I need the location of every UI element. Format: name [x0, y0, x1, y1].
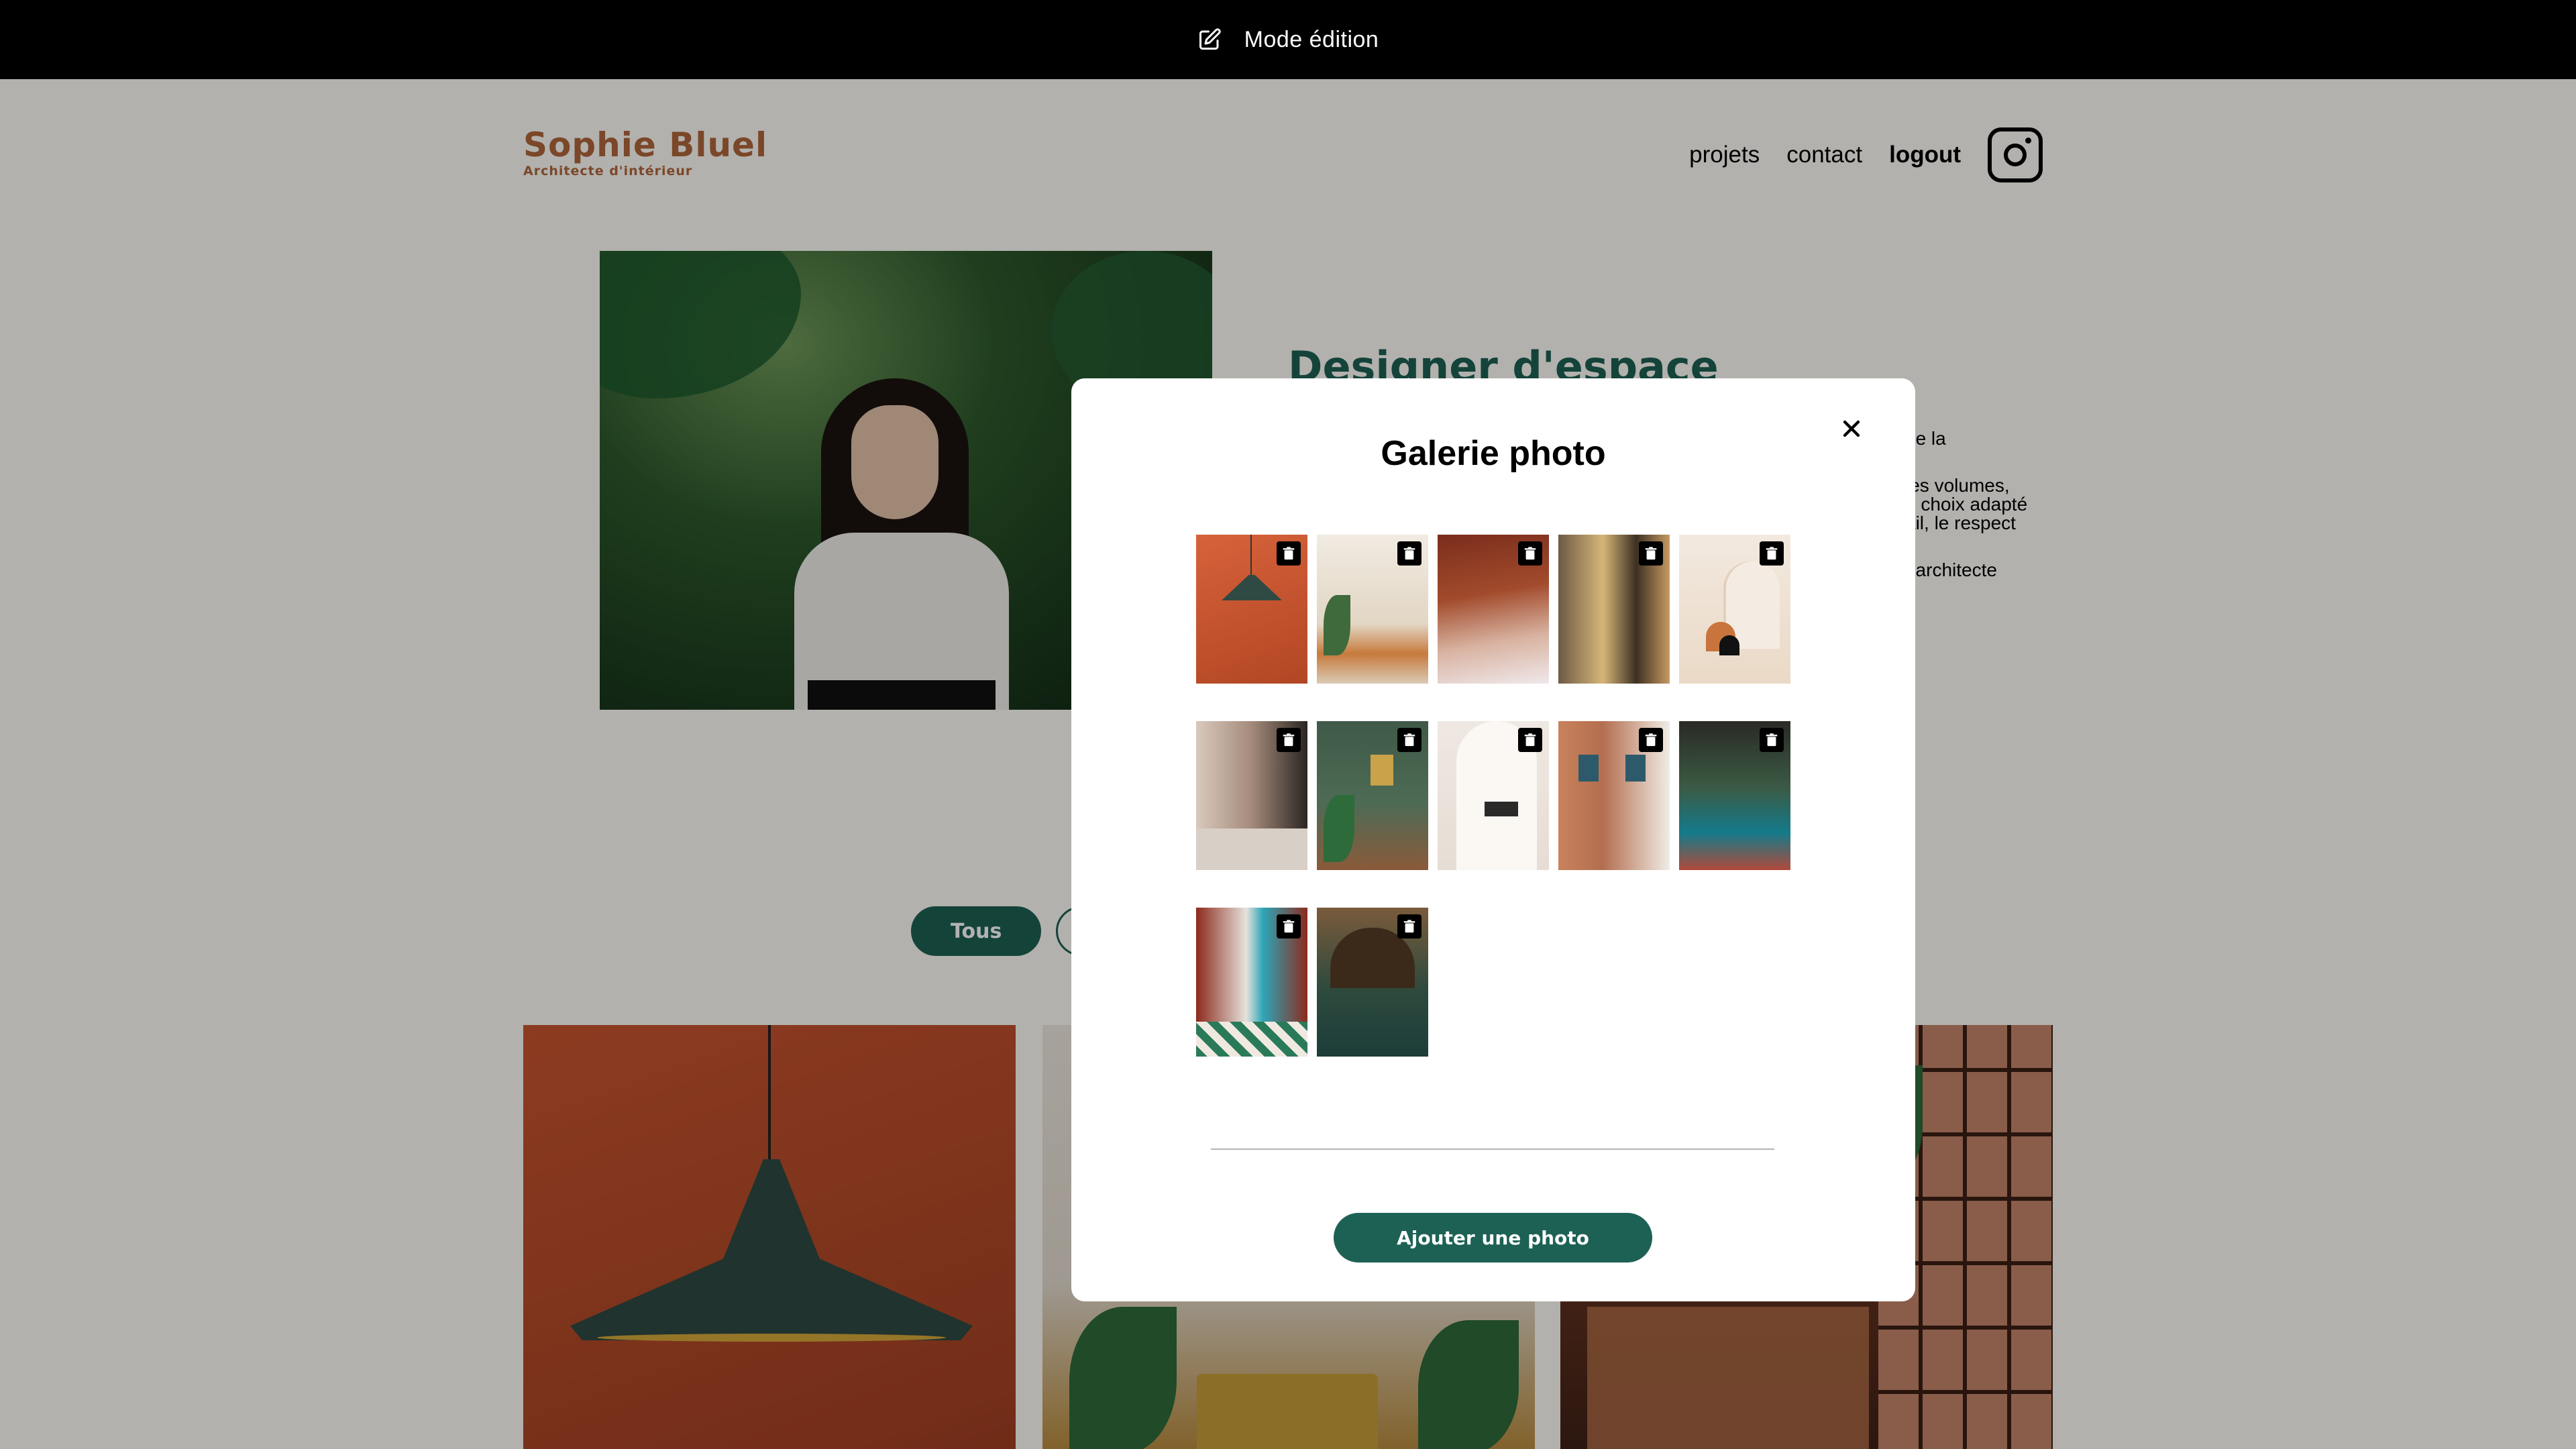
gallery-thumbnail[interactable]: [1438, 721, 1549, 870]
gallery-modal: Galerie photo Ajouter une photo: [1071, 378, 1915, 1301]
gallery-thumbnail[interactable]: [1317, 908, 1428, 1057]
trash-icon[interactable]: [1397, 914, 1421, 938]
trash-icon[interactable]: [1277, 728, 1301, 752]
modal-divider: [1211, 1148, 1774, 1150]
edit-mode-label: Mode édition: [1244, 26, 1379, 52]
trash-icon[interactable]: [1397, 728, 1421, 752]
trash-icon[interactable]: [1518, 728, 1542, 752]
trash-icon[interactable]: [1277, 914, 1301, 938]
trash-icon[interactable]: [1639, 728, 1663, 752]
add-photo-button[interactable]: Ajouter une photo: [1334, 1213, 1652, 1263]
gallery-thumbnail[interactable]: [1679, 535, 1790, 684]
gallery-thumbnail[interactable]: [1438, 535, 1549, 684]
edit-mode-banner: Mode édition: [0, 0, 2576, 79]
trash-icon[interactable]: [1760, 541, 1784, 566]
gallery-thumbnail[interactable]: [1196, 908, 1307, 1057]
gallery-thumbnail[interactable]: [1558, 721, 1670, 870]
trash-icon[interactable]: [1397, 541, 1421, 566]
gallery-thumbnail[interactable]: [1196, 535, 1307, 684]
trash-icon[interactable]: [1760, 728, 1784, 752]
modal-title: Galerie photo: [1381, 434, 1606, 473]
gallery-thumbnail[interactable]: [1558, 535, 1670, 684]
edit-icon: [1199, 28, 1221, 50]
trash-icon[interactable]: [1518, 541, 1542, 566]
thumbnail-grid: [1196, 535, 1790, 1057]
gallery-thumbnail[interactable]: [1317, 535, 1428, 684]
gallery-thumbnail[interactable]: [1317, 721, 1428, 870]
gallery-thumbnail[interactable]: [1679, 721, 1790, 870]
trash-icon[interactable]: [1277, 541, 1301, 566]
gallery-thumbnail[interactable]: [1196, 721, 1307, 870]
trash-icon[interactable]: [1639, 541, 1663, 566]
